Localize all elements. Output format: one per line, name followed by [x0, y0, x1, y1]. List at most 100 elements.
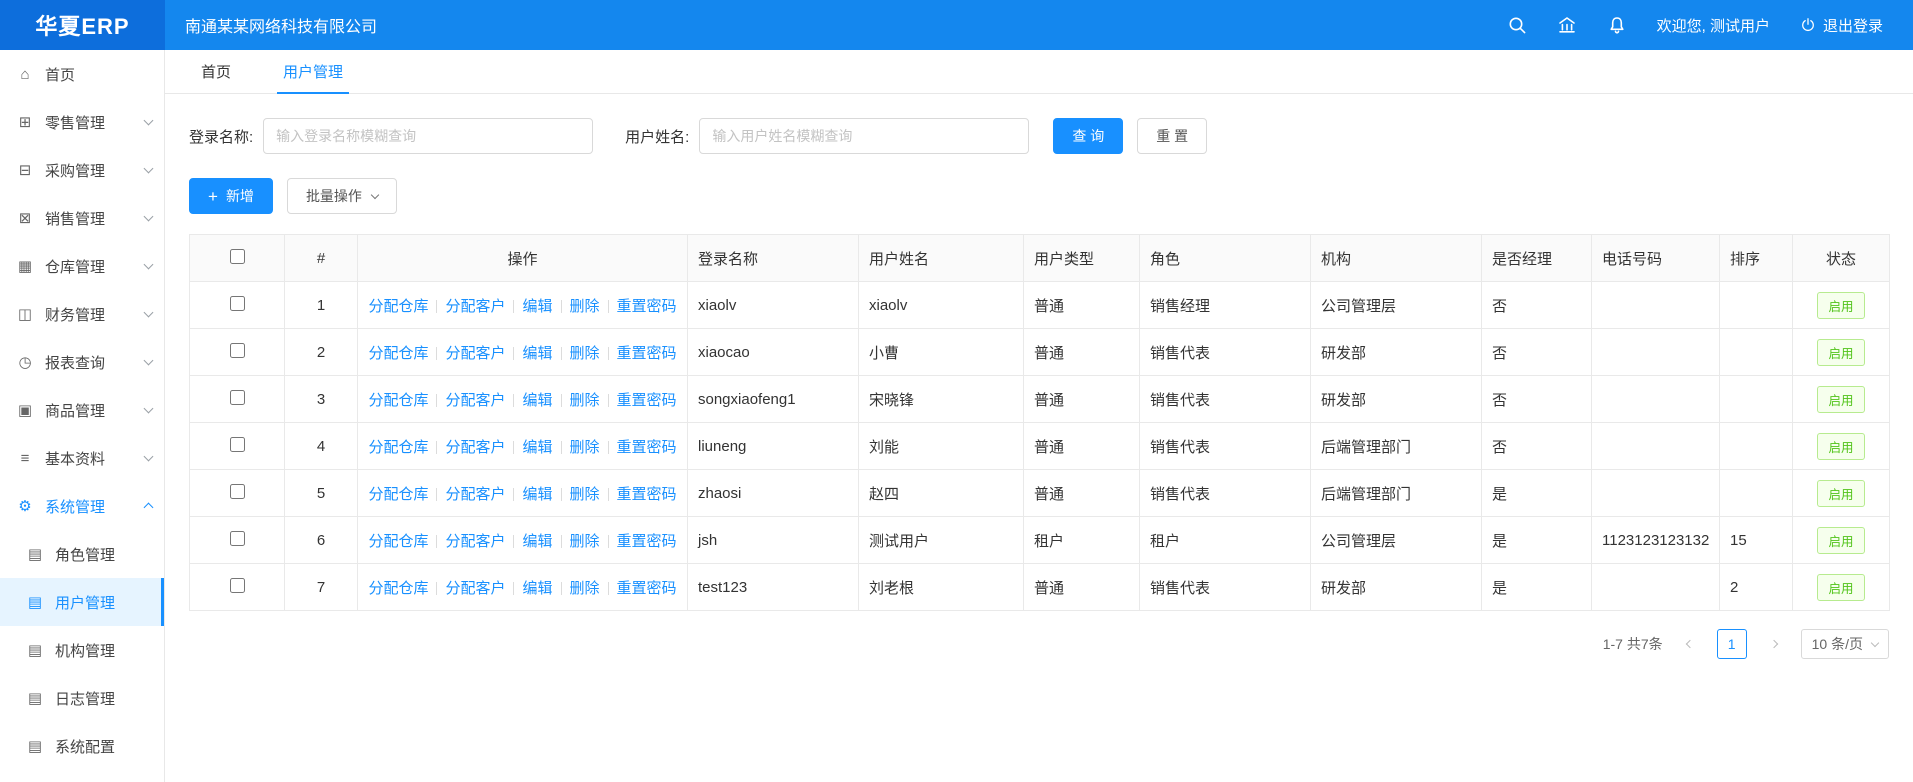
- cell-role: 销售代表: [1140, 423, 1311, 470]
- edit-link[interactable]: 编辑: [522, 486, 552, 503]
- sidebar-item-system[interactable]: ⚙ 系统管理: [0, 482, 164, 530]
- column-header-index: #: [285, 235, 358, 282]
- status-badge[interactable]: 启用: [1817, 292, 1864, 319]
- delete-link[interactable]: 删除: [570, 439, 600, 456]
- cell-sort: 2: [1720, 564, 1793, 611]
- row-checkbox[interactable]: [230, 531, 245, 546]
- sidebar-item-retail[interactable]: ⊞ 零售管理: [0, 98, 164, 146]
- status-badge[interactable]: 启用: [1817, 339, 1864, 366]
- search-icon[interactable]: [1507, 15, 1527, 35]
- cell-is-manager: 是: [1482, 564, 1592, 611]
- delete-link[interactable]: 删除: [570, 486, 600, 503]
- tab-home[interactable]: 首页: [195, 50, 237, 93]
- row-checkbox[interactable]: [230, 390, 245, 405]
- reset-password-link[interactable]: 重置密码: [617, 392, 677, 409]
- reset-password-link[interactable]: 重置密码: [617, 298, 677, 315]
- cell-user-name: 赵四: [859, 470, 1024, 517]
- assign-customer-link[interactable]: 分配客户: [445, 345, 505, 362]
- cell-sort: 15: [1720, 517, 1793, 564]
- table-row: 5 分配仓库分配客户编辑删除重置密码 zhaosi 赵四 普通 销售代表 后端管…: [190, 470, 1890, 517]
- assign-warehouse-link[interactable]: 分配仓库: [368, 392, 428, 409]
- edit-link[interactable]: 编辑: [522, 345, 552, 362]
- edit-link[interactable]: 编辑: [522, 392, 552, 409]
- op-divider: [436, 394, 437, 407]
- logout-button[interactable]: 退出登录: [1800, 15, 1883, 36]
- op-divider: [561, 394, 562, 407]
- assign-warehouse-link[interactable]: 分配仓库: [368, 345, 428, 362]
- reset-button[interactable]: 重 置: [1137, 118, 1207, 154]
- next-page-button[interactable]: [1759, 629, 1789, 659]
- sidebar-item-home[interactable]: ⌂ 首页: [0, 50, 164, 98]
- sidebar: ⌂ 首页 ⊞ 零售管理 ⊟ 采购管理 ⊠ 销售管理 ▦ 仓库管理 ◫ 财务管理: [0, 50, 165, 782]
- reset-password-link[interactable]: 重置密码: [617, 345, 677, 362]
- assign-warehouse-link[interactable]: 分配仓库: [368, 439, 428, 456]
- sidebar-item-warehouse[interactable]: ▦ 仓库管理: [0, 242, 164, 290]
- search-button[interactable]: 查 询: [1053, 118, 1123, 154]
- sidebar-item-users[interactable]: ▤ 用户管理: [0, 578, 164, 626]
- delete-link[interactable]: 删除: [570, 345, 600, 362]
- tab-user-management[interactable]: 用户管理: [277, 50, 349, 93]
- login-name-input[interactable]: [263, 118, 593, 154]
- sidebar-item-label: 系统配置: [55, 736, 152, 757]
- row-checkbox[interactable]: [230, 484, 245, 499]
- assign-warehouse-link[interactable]: 分配仓库: [368, 580, 428, 597]
- assign-customer-link[interactable]: 分配客户: [445, 298, 505, 315]
- reset-password-link[interactable]: 重置密码: [617, 486, 677, 503]
- sidebar-item-label: 零售管理: [45, 112, 134, 133]
- notification-bell-icon[interactable]: [1607, 15, 1627, 35]
- status-badge[interactable]: 启用: [1817, 480, 1864, 507]
- assign-warehouse-link[interactable]: 分配仓库: [368, 486, 428, 503]
- sidebar-item-finance[interactable]: ◫ 财务管理: [0, 290, 164, 338]
- reset-password-link[interactable]: 重置密码: [617, 439, 677, 456]
- user-name-input[interactable]: [699, 118, 1029, 154]
- cell-phone: [1592, 564, 1720, 611]
- cell-login-name: liuneng: [688, 423, 859, 470]
- assign-warehouse-link[interactable]: 分配仓库: [368, 533, 428, 550]
- row-checkbox[interactable]: [230, 296, 245, 311]
- sidebar-item-basic-data[interactable]: ≡ 基本资料: [0, 434, 164, 482]
- current-page-button[interactable]: 1: [1717, 629, 1747, 659]
- delete-link[interactable]: 删除: [570, 298, 600, 315]
- assign-warehouse-link[interactable]: 分配仓库: [368, 298, 428, 315]
- prev-page-button[interactable]: [1675, 629, 1705, 659]
- row-checkbox[interactable]: [230, 437, 245, 452]
- page-size-select[interactable]: 10 条/页: [1801, 629, 1889, 659]
- batch-button-label: 批量操作: [306, 186, 362, 206]
- status-badge[interactable]: 启用: [1817, 527, 1864, 554]
- assign-customer-link[interactable]: 分配客户: [445, 533, 505, 550]
- organization-icon[interactable]: [1557, 15, 1577, 35]
- column-header-operations: 操作: [358, 235, 688, 282]
- sidebar-item-roles[interactable]: ▤ 角色管理: [0, 530, 164, 578]
- sidebar-item-commodity[interactable]: ▣ 商品管理: [0, 386, 164, 434]
- status-badge[interactable]: 启用: [1817, 433, 1864, 460]
- add-button[interactable]: + 新增: [189, 178, 273, 214]
- assign-customer-link[interactable]: 分配客户: [445, 580, 505, 597]
- assign-customer-link[interactable]: 分配客户: [445, 486, 505, 503]
- reset-password-link[interactable]: 重置密码: [617, 533, 677, 550]
- edit-link[interactable]: 编辑: [522, 533, 552, 550]
- row-index: 3: [285, 376, 358, 423]
- row-checkbox[interactable]: [230, 343, 245, 358]
- status-badge[interactable]: 启用: [1817, 386, 1864, 413]
- reset-password-link[interactable]: 重置密码: [617, 580, 677, 597]
- select-all-checkbox[interactable]: [230, 249, 245, 264]
- op-divider: [608, 582, 609, 595]
- sidebar-item-reports[interactable]: ◷ 报表查询: [0, 338, 164, 386]
- delete-link[interactable]: 删除: [570, 580, 600, 597]
- sidebar-item-organizations[interactable]: ▤ 机构管理: [0, 626, 164, 674]
- row-checkbox[interactable]: [230, 578, 245, 593]
- assign-customer-link[interactable]: 分配客户: [445, 439, 505, 456]
- sidebar-item-system-config[interactable]: ▤ 系统配置: [0, 722, 164, 770]
- delete-link[interactable]: 删除: [570, 533, 600, 550]
- status-badge[interactable]: 启用: [1817, 574, 1864, 601]
- batch-actions-button[interactable]: 批量操作: [287, 178, 397, 214]
- sidebar-item-purchase[interactable]: ⊟ 采购管理: [0, 146, 164, 194]
- document-icon: ▤: [26, 641, 44, 659]
- assign-customer-link[interactable]: 分配客户: [445, 392, 505, 409]
- sidebar-item-logs[interactable]: ▤ 日志管理: [0, 674, 164, 722]
- delete-link[interactable]: 删除: [570, 392, 600, 409]
- edit-link[interactable]: 编辑: [522, 298, 552, 315]
- edit-link[interactable]: 编辑: [522, 439, 552, 456]
- sidebar-item-sales[interactable]: ⊠ 销售管理: [0, 194, 164, 242]
- edit-link[interactable]: 编辑: [522, 580, 552, 597]
